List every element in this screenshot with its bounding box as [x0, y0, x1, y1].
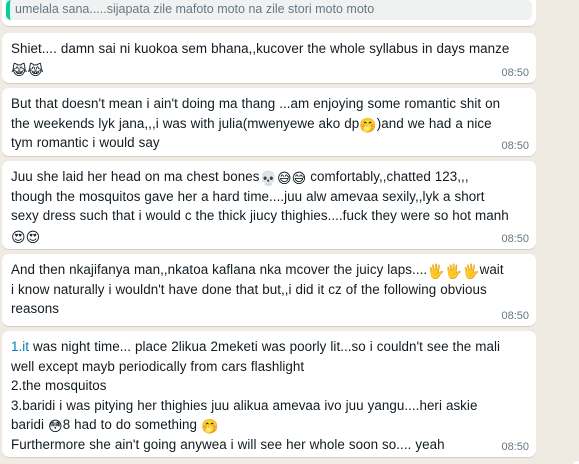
- message-text: And then nkajifanya man,,nkatoa kaflana …: [11, 262, 428, 277]
- message-text: 2.the mosquitos: [11, 378, 107, 393]
- message-link[interactable]: 1.it: [11, 339, 29, 354]
- face-with-hand-over-mouth-icon: 🤭: [359, 117, 377, 134]
- message-text: i know naturally i wouldn't have done th…: [11, 281, 487, 297]
- message-bubble[interactable]: And then nkajifanya man,,nkatoa kaflana …: [2, 254, 536, 326]
- message-time: 08:50: [501, 233, 529, 245]
- quoted-reply[interactable]: umelala sana.....sijapata zile mafoto mo…: [6, 0, 532, 20]
- message-text: Shiet.... damn sai ni kuokoa sem bhana,,…: [11, 41, 510, 56]
- heart-eyes-icon: 😍: [11, 229, 26, 246]
- message-text: Juu she laid her head on ma chest bones: [11, 169, 260, 184]
- message-time: 08:50: [501, 441, 529, 453]
- message-bubble[interactable]: Shiet.... damn sai ni kuokoa sem bhana,,…: [2, 33, 536, 83]
- message-bubble[interactable]: But that doesn't mean i ain't doing ma t…: [2, 88, 536, 156]
- grinning-sweat-face-icon: 😅: [276, 171, 292, 187]
- quoted-reply-text: umelala sana.....sijapata zile mafoto mo…: [15, 2, 375, 16]
- message-text: the weekends lyk jana,,,i was with julia…: [11, 115, 360, 131]
- message-text: baridi: [11, 417, 49, 432]
- message-text: wait: [479, 262, 504, 277]
- raised-hand-icon: 🖐: [444, 264, 463, 280]
- message-text: But that doesn't mean i ain't doing ma t…: [11, 96, 501, 111]
- message-text: Furthermore she ain't going anywea i wil…: [11, 436, 445, 452]
- message-text: comfortably,,chatted 123,,,: [306, 169, 469, 184]
- message-bubble[interactable]: 1.it was night time... place 2likua 2mek…: [2, 331, 536, 457]
- message-bubble[interactable]: Juu she laid her head on ma chest bones💀…: [2, 161, 536, 249]
- raised-hand-icon: 🖐: [462, 264, 480, 280]
- message-text: tym romantic i would say: [11, 135, 160, 150]
- message-text: though the mosquitos gave her a hard tim…: [11, 188, 485, 204]
- message-time: 08:50: [501, 67, 529, 79]
- message-text: )and we had a nice: [376, 115, 492, 131]
- message-text: reasons: [11, 301, 59, 316]
- raised-hand-icon: 🖐: [427, 264, 445, 280]
- skull-icon: 💀: [259, 171, 277, 187]
- grinning-sweat-face-icon: 😅: [291, 171, 307, 187]
- message-time: 08:50: [501, 310, 529, 322]
- message-text: 8 had to do something: [62, 417, 202, 432]
- message-text: 3.baridi i was pitying her thighies juu …: [11, 397, 478, 413]
- message-text: sexy dress such that i would c the thick…: [11, 208, 509, 223]
- face-with-hand-over-mouth-icon: 🤭: [201, 419, 219, 435]
- crying-cat-face-icon: 😹: [27, 62, 44, 79]
- heart-eyes-icon: 😍: [25, 229, 41, 246]
- chat-panel: umelala sana.....sijapata zile mafoto mo…: [0, 0, 579, 464]
- message-text: was night time... place 2likua 2meketi w…: [29, 339, 501, 354]
- message-bubble-quoted[interactable]: umelala sana.....sijapata zile mafoto mo…: [2, 0, 536, 26]
- flushed-face-icon: 😳: [48, 419, 63, 435]
- crying-cat-face-icon: 😹: [11, 62, 28, 79]
- message-text: well except mayb periodically from cars …: [11, 358, 305, 374]
- message-time: 08:50: [501, 140, 529, 152]
